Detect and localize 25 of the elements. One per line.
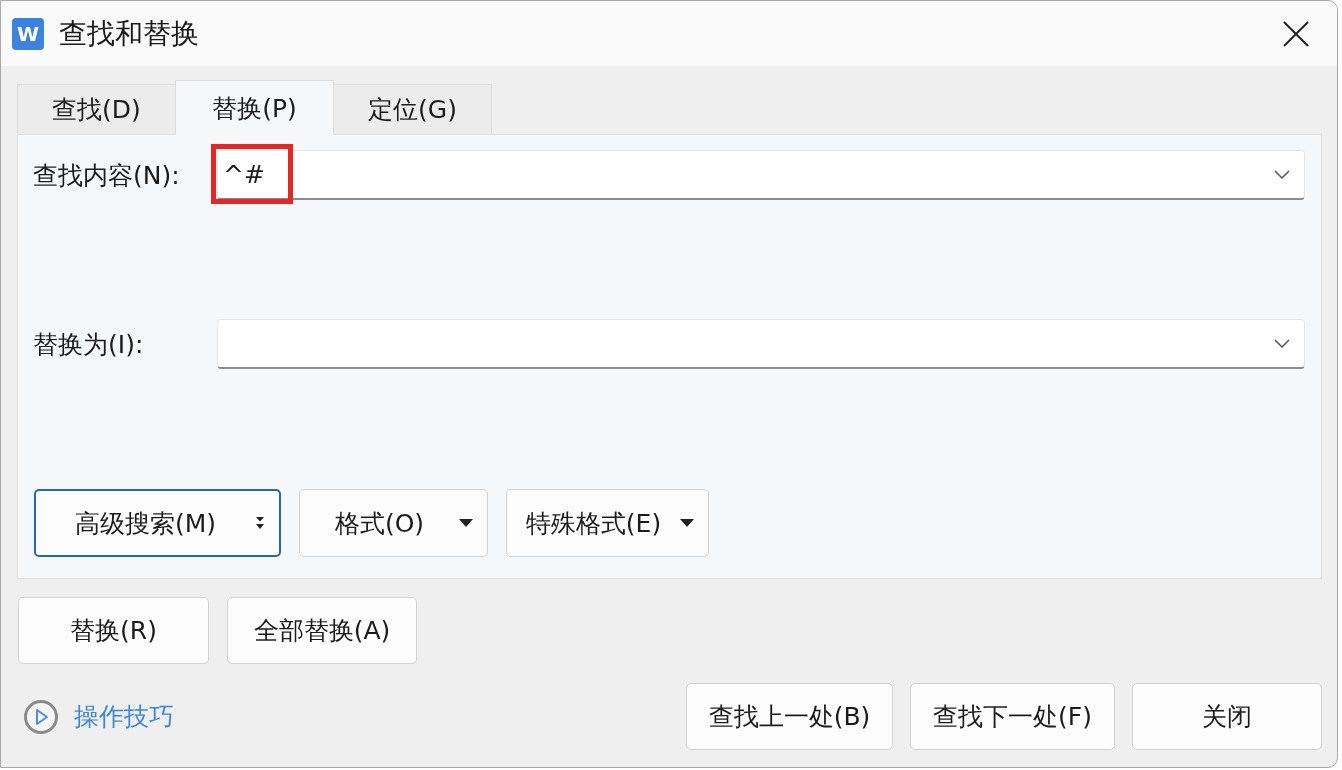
replace-combobox[interactable] — [217, 319, 1305, 369]
caret-down-icon — [680, 519, 694, 527]
close-icon — [1283, 20, 1309, 47]
chevron-down-icon[interactable] — [1274, 339, 1290, 348]
option-button[interactable]: 格式(O) — [299, 489, 488, 557]
option-button[interactable]: 特殊格式(E) — [506, 489, 709, 557]
dialog-button[interactable]: 查找下一处(F) — [910, 683, 1115, 750]
field-label: 替换为(I): — [33, 328, 145, 361]
tab[interactable]: 替换(P) — [175, 80, 334, 135]
app-logo: W — [12, 17, 44, 50]
window-title: 查找和替换 — [59, 15, 199, 52]
tab[interactable]: 定位(G) — [333, 84, 492, 134]
field-value: ^# — [223, 160, 265, 189]
play-circle-icon[interactable] — [24, 699, 58, 734]
field-label: 查找内容(N): — [33, 159, 181, 192]
double-caret-icon — [255, 516, 265, 530]
caret-down-icon — [459, 519, 473, 527]
chevron-down-icon[interactable] — [1274, 170, 1290, 179]
dialog-button[interactable]: 查找上一处(B) — [686, 683, 893, 750]
tab[interactable]: 查找(D) — [17, 84, 176, 134]
close-button[interactable] — [1283, 20, 1309, 47]
dialog-button[interactable]: 关闭 — [1132, 683, 1322, 750]
replace-button[interactable]: 全部替换(A) — [227, 597, 417, 664]
replace-button[interactable]: 替换(R) — [18, 597, 209, 664]
option-button[interactable]: 高级搜索(M) — [34, 489, 281, 557]
